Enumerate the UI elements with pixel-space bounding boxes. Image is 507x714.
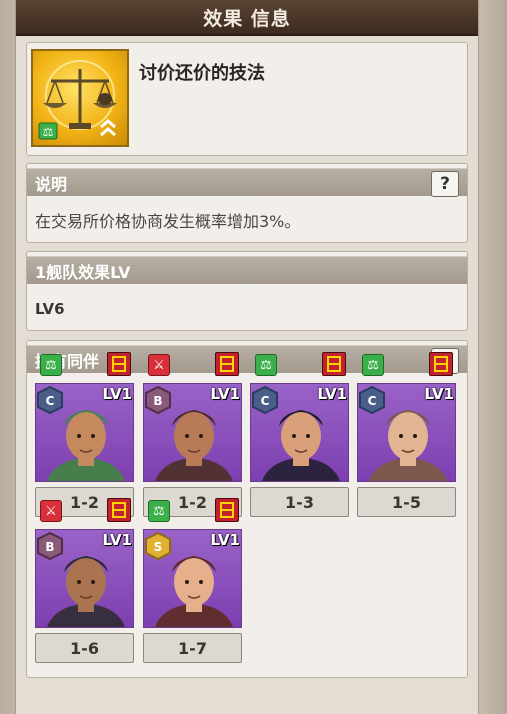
help-button[interactable]: ? [431,171,459,197]
fleet-effect-level: LV6 [35,300,65,318]
fleet-effect-header-label: 1舰队效果LV [35,262,131,282]
companion-level: LV1 [210,385,240,403]
companion-level: LV1 [102,531,132,549]
trade-type-icon: ⚖ [148,500,170,522]
description-header-label: 说明 [35,174,68,194]
rank-badge-icon: B [37,531,63,561]
stat-badge-icon [322,352,346,376]
svg-text:C: C [46,394,55,408]
trade-type-icon: ⚖ [362,354,384,376]
svg-text:B: B [45,540,54,554]
stat-badge-icon [215,352,239,376]
stat-badge-icon [215,498,239,522]
trade-type-icon: ⚖ [255,354,277,376]
companion-level: LV1 [210,531,240,549]
scales-icon: ⚖ [31,49,129,147]
svg-text:B: B [153,394,162,408]
rank-badge-icon: C [37,385,63,415]
skill-card: ⚖ 讨价还价的技法 [26,42,468,156]
battle-type-icon: ⚔ [40,500,62,522]
svg-text:S: S [154,540,163,554]
companion-level: LV1 [317,385,347,403]
svg-text:C: C [261,394,270,408]
description-text: 在交易所价格协商发生概率增加3%。 [35,212,301,231]
rank-badge-icon: B [145,385,171,415]
companion-location-tag: 1-5 [357,487,456,517]
description-card: 说明 ? 在交易所价格协商发生概率增加3%。 [26,163,468,243]
stat-badge-icon [107,352,131,376]
fleet-effect-header: 1舰队效果LV [27,256,467,284]
companion-location-tag: 1-3 [250,487,349,517]
stat-badge-icon [429,352,453,376]
skill-name: 讨价还价的技法 [139,63,265,84]
companions-header: 拥有同伴 ? [27,345,467,374]
companion-level: LV1 [424,385,454,403]
description-header: 说明 ? [27,168,467,197]
companion-location-tag: 1-6 [35,633,134,663]
rank-badge-icon: S [145,531,171,561]
companions-card: 拥有同伴 ? CLV1⚖1-2BLV1⚔1-2CLV1⚖1-3CLV1⚖1-5B… [26,340,468,678]
trade-type-icon: ⚖ [40,354,62,376]
fleet-effect-card: 1舰队效果LV LV6 [26,251,468,331]
rank-badge-icon: C [252,385,278,415]
svg-text:⚖: ⚖ [43,125,54,139]
battle-type-icon: ⚔ [148,354,170,376]
svg-text:C: C [368,394,377,408]
effect-info-panel: 效果 信息 ⚖ 讨价还价的技法 说明 ? 在交易所价格协商发生概率增加3%。 1… [16,0,478,714]
stat-badge-icon [107,498,131,522]
rank-badge-icon: C [359,385,385,415]
companion-location-tag: 1-7 [143,633,242,663]
window-title: 效果 信息 [16,0,478,36]
companion-level: LV1 [102,385,132,403]
